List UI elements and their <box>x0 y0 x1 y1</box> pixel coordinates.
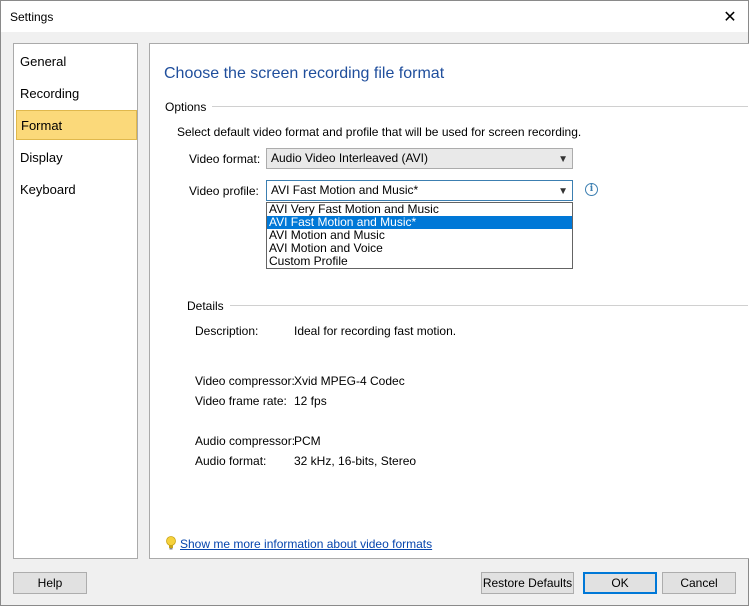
video-frame-rate-label: Video frame rate: <box>195 394 287 408</box>
video-frame-rate-value: 12 fps <box>294 394 327 408</box>
title-bar: Settings ✕ <box>1 1 748 32</box>
info-icon[interactable]: i <box>585 183 598 196</box>
cancel-button[interactable]: Cancel <box>662 572 736 594</box>
ok-button[interactable]: OK <box>583 572 657 594</box>
chevron-down-icon: ▼ <box>558 154 568 165</box>
restore-defaults-button[interactable]: Restore Defaults <box>481 572 574 594</box>
window-title: Settings <box>10 10 54 24</box>
video-profile-label: Video profile: <box>189 184 259 198</box>
video-profile-select[interactable]: AVI Fast Motion and Music* ▼ <box>266 180 573 201</box>
format-panel: Choose the screen recording file format … <box>149 43 749 559</box>
help-button[interactable]: Help <box>13 572 87 594</box>
sidebar-item-format[interactable]: Format <box>16 110 137 140</box>
settings-window: Settings ✕ General Recording Format Disp… <box>0 0 749 606</box>
sidebar-item-keyboard[interactable]: Keyboard <box>16 175 137 205</box>
details-divider <box>226 305 748 306</box>
more-info-link[interactable]: Show me more information about video for… <box>180 537 432 551</box>
video-profile-value: AVI Fast Motion and Music* <box>271 183 419 197</box>
sidebar-item-general[interactable]: General <box>16 47 137 77</box>
sidebar-item-display[interactable]: Display <box>16 143 137 173</box>
audio-format-label: Audio format: <box>195 454 267 468</box>
page-title: Choose the screen recording file format <box>164 65 445 82</box>
lightbulb-icon <box>166 536 176 550</box>
profile-dropdown-list: AVI Very Fast Motion and Music AVI Fast … <box>266 202 573 269</box>
description-value: Ideal for recording fast motion. <box>294 324 457 338</box>
details-group-label: Details <box>187 299 230 313</box>
description-label: Description: <box>195 324 259 338</box>
video-compressor-label: Video compressor: <box>195 374 295 388</box>
options-group-label: Options <box>165 100 213 114</box>
video-format-value: Audio Video Interleaved (AVI) <box>271 151 428 165</box>
options-description: Select default video format and profile … <box>177 125 582 139</box>
video-compressor-value: Xvid MPEG-4 Codec <box>294 374 405 388</box>
audio-compressor-label: Audio compressor: <box>195 434 296 448</box>
sidebar: General Recording Format Display Keyboar… <box>13 43 138 559</box>
profile-option[interactable]: Custom Profile <box>267 255 572 268</box>
audio-format-value: 32 kHz, 16-bits, Stereo <box>294 454 417 468</box>
close-icon[interactable]: ✕ <box>712 1 748 32</box>
video-format-select[interactable]: Audio Video Interleaved (AVI) ▼ <box>266 148 573 169</box>
audio-compressor-value: PCM <box>294 434 321 448</box>
sidebar-item-recording[interactable]: Recording <box>16 79 137 109</box>
options-divider <box>208 106 748 107</box>
video-format-label: Video format: <box>189 152 261 166</box>
chevron-down-icon: ▼ <box>558 186 568 197</box>
